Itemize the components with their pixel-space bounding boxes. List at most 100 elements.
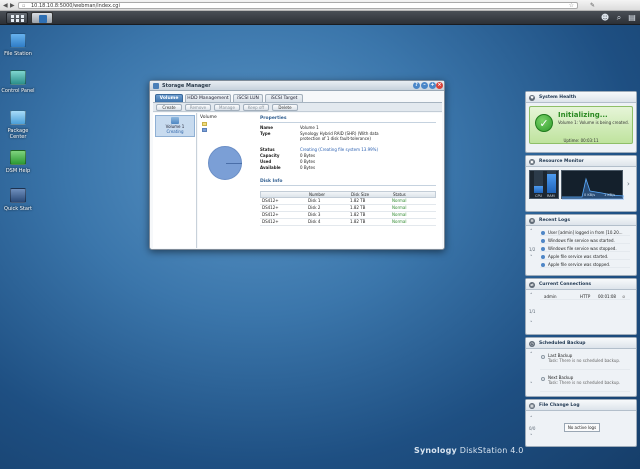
widget-title: System Health: [539, 95, 577, 100]
up-arrow-icon[interactable]: ˄: [530, 352, 533, 358]
prop-value-capacity: 0 Bytes: [300, 153, 316, 158]
desktop-icon-control-panel[interactable]: Control Panel: [0, 70, 36, 94]
desktop-icon-file-station[interactable]: File Station: [0, 33, 36, 57]
back-icon[interactable]: ◀: [3, 2, 8, 9]
prop-value-status: Creating (Creating file system 13.99%): [300, 147, 379, 152]
list-item[interactable]: Apple file service was stopped.: [540, 261, 630, 268]
tab-iscsi-lun[interactable]: iSCSI LUN: [233, 94, 263, 102]
file-change-log-widget: ▦ File Change Log ˄ 0/0 ˅ No active logs: [525, 399, 637, 447]
address-bar[interactable]: ▫ 10.18.10.8:5000/webman/index.cgi ☆: [18, 2, 578, 9]
manage-button[interactable]: Manage: [214, 104, 240, 111]
no-active-logs-button[interactable]: No active logs: [564, 423, 600, 432]
ram-fill: [547, 174, 556, 193]
up-arrow-icon[interactable]: ˄: [530, 229, 533, 235]
conn-user: admin: [544, 294, 557, 299]
log-icon: ≡: [529, 218, 535, 224]
ram-label: RAM: [547, 194, 555, 198]
legend-used: [202, 122, 207, 126]
disk-size: 1.82 TB: [350, 212, 366, 217]
bookmark-star-icon[interactable]: ☆: [569, 3, 574, 9]
cpu-meter: [534, 171, 543, 193]
file-log-icon: ▦: [529, 403, 535, 409]
window-titlebar[interactable]: Storage Manager ? – + ×: [150, 81, 444, 91]
list-item[interactable]: Windows file service was stopped.: [540, 245, 630, 252]
clock-icon: [541, 355, 545, 359]
table-row[interactable]: DS412+ Disk 3 1.82 TB Normal: [260, 212, 436, 219]
delete-button[interactable]: Delete: [272, 104, 298, 111]
search-icon[interactable]: ⌕: [614, 13, 624, 23]
tab-iscsi-target[interactable]: iSCSI Target: [265, 94, 303, 102]
storage-manager-taskbar-button[interactable]: [31, 12, 53, 24]
table-row[interactable]: DS412+ Disk 1 1.82 TB Normal: [260, 198, 436, 205]
page-indicator: 0/0: [529, 426, 536, 431]
list-item[interactable]: Next Backup Task: There is no scheduled b…: [540, 375, 630, 392]
down-arrow-icon[interactable]: ˅: [530, 255, 533, 261]
tab-hdd-management[interactable]: HDD Management: [185, 94, 231, 102]
system-health-widget: ♥ System Health ✓ Initializing... Volume …: [525, 91, 637, 153]
disk-info-header: Disk Info: [260, 179, 283, 184]
forward-icon[interactable]: ▶: [10, 2, 15, 9]
remove-button[interactable]: Remove: [185, 104, 211, 111]
backup-detail: Task: There is no scheduled backup.: [548, 358, 621, 363]
minimize-button[interactable]: –: [421, 82, 428, 89]
table-row[interactable]: DS412+ Disk 2 1.82 TB Normal: [260, 205, 436, 212]
table-row[interactable]: DS412+ Disk 4 1.82 TB Normal: [260, 219, 436, 226]
prop-label-available: Available: [260, 165, 281, 170]
down-arrow-icon[interactable]: ˅: [530, 434, 533, 440]
create-button[interactable]: Create: [156, 104, 182, 111]
up-arrow-icon[interactable]: ˄: [530, 293, 533, 299]
backup-detail: Task: There is no scheduled backup.: [548, 380, 621, 385]
desktop-icon-dsm-help[interactable]: DSM Help: [0, 150, 36, 174]
up-arrow-icon[interactable]: ˄: [530, 416, 533, 422]
info-icon: [541, 230, 545, 235]
widgets-icon[interactable]: ▤: [627, 13, 637, 23]
volume-list-item[interactable]: Volume 1 Creating: [155, 115, 195, 137]
prop-value-used: 0 Bytes: [300, 159, 316, 164]
info-icon: [541, 246, 545, 251]
help-button[interactable]: ?: [413, 82, 420, 89]
connection-icon: ⇄: [529, 282, 535, 288]
log-text: User [admin] logged in from [10.20...: [548, 230, 623, 235]
monitor-icon: ▣: [529, 159, 535, 165]
disconnect-icon[interactable]: ⊘: [622, 293, 625, 300]
brand-product: DiskStation 4.0: [459, 446, 524, 455]
package-icon: [10, 110, 26, 125]
list-item[interactable]: Last Backup Task: There is no scheduled b…: [540, 353, 630, 370]
widget-header: ▦ File Change Log: [526, 400, 636, 411]
user-icon[interactable]: ☻: [600, 13, 610, 23]
down-arrow-icon[interactable]: ˅: [530, 382, 533, 388]
storage-manager-icon: [39, 15, 47, 23]
desktop-icon-package-center[interactable]: Package Center: [0, 110, 36, 140]
volume-header: Volume: [200, 115, 217, 120]
next-arrow-icon[interactable]: ›: [627, 180, 630, 188]
disk-number: Disk 2: [308, 205, 321, 210]
disk-model: DS412+: [262, 198, 279, 203]
info-icon: [541, 254, 545, 259]
divider: [260, 185, 436, 186]
desktop-icon-quick-start[interactable]: Quick Start: [0, 188, 36, 212]
disk-number: Disk 3: [308, 212, 321, 217]
widget-header: ▣ Resource Monitor: [526, 156, 636, 167]
info-icon: [541, 238, 545, 243]
tab-volume[interactable]: Volume: [155, 94, 183, 102]
help-icon: [10, 150, 26, 165]
scheduled-backup-widget: ◷ Scheduled Backup ˄ ˅ Last Backup Task: T…: [525, 337, 637, 397]
main-menu-button[interactable]: [6, 12, 28, 24]
down-arrow-icon[interactable]: ˅: [530, 321, 533, 327]
disk-info-table: Number Disk Size Status DS412+ Disk 1 1.…: [260, 191, 436, 226]
page-indicator: 1/1: [529, 309, 536, 314]
window-title: Storage Manager: [162, 83, 211, 89]
widget-title: File Change Log: [539, 403, 580, 408]
maximize-button[interactable]: +: [429, 82, 436, 89]
disk-model: DS412+: [262, 219, 279, 224]
wrench-icon[interactable]: ✎: [590, 2, 595, 9]
dsm-taskbar: ☻ ⌕ ▤: [0, 11, 640, 25]
keep-off-button[interactable]: Keep off: [243, 104, 269, 111]
table-row[interactable]: admin HTTP 00:01:08 ⊘: [540, 293, 630, 300]
list-item[interactable]: Windows file service was started.: [540, 237, 630, 244]
list-item[interactable]: User [admin] logged in from [10.20...: [540, 229, 630, 236]
close-button[interactable]: ×: [436, 82, 443, 89]
disk-number: Disk 1: [308, 198, 321, 203]
volume-toolbar: Create Remove Manage Keep off Delete: [153, 102, 442, 112]
list-item[interactable]: Apple file service was started.: [540, 253, 630, 260]
